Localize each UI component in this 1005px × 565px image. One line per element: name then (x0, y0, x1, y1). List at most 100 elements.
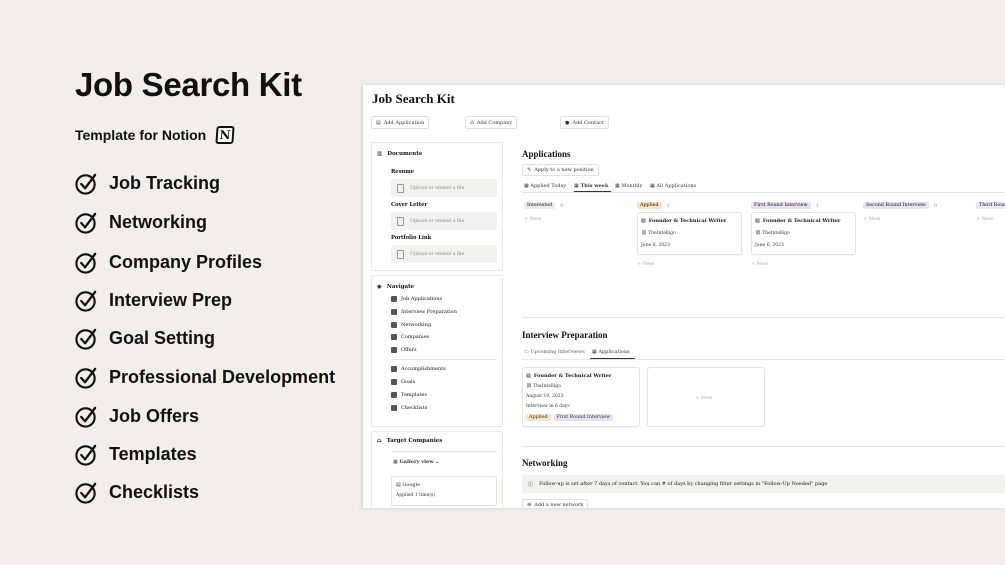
add-contact-button[interactable]: ● Add Contact (560, 116, 609, 129)
page-icon (391, 334, 397, 340)
column-status-tag: Applied (637, 202, 662, 209)
cover-letter-upload[interactable]: Upload or embed a file (391, 212, 497, 230)
new-label: New (868, 216, 881, 222)
feature-label: Company Profiles (109, 252, 263, 272)
gallery-view-label: Gallery view (399, 459, 434, 465)
nav-item-label: Goals (401, 379, 416, 385)
tab-all-applications[interactable]: ▦ All Applications (650, 183, 696, 189)
interview-card-note: Interview in 6 days (526, 404, 570, 409)
tab-monthly[interactable]: ▦ Monthly (615, 183, 642, 189)
nav-item[interactable]: Interview Preparation (391, 309, 457, 315)
nav-item[interactable]: Goals (391, 379, 415, 385)
tab-upcoming-label: Upcoming Interviews (530, 349, 585, 355)
target-companies-panel: ⌂ Target Companies ▦ Gallery view ⌄ ▤ Go… (371, 431, 503, 508)
column-status-tag: First Round Interview (751, 202, 811, 209)
company-name: Google (402, 482, 421, 488)
new-label: New (981, 216, 994, 222)
nav-item-label: Offers (401, 347, 417, 353)
tab-upcoming-interviews[interactable]: ▭ Upcoming Interviews (524, 349, 585, 355)
add-company-button[interactable]: ⌂ Add Company (465, 116, 518, 129)
new-card-placeholder[interactable]: + New (647, 367, 765, 427)
check-circle-icon (75, 173, 97, 195)
application-card[interactable]: ▧ Founder & Technical Writer ⛓ TheIntellig… (637, 212, 742, 255)
section-divider (522, 446, 1005, 447)
board-column-header[interactable]: Interested 0 (524, 202, 563, 209)
nav-item-label: Companies (401, 334, 430, 340)
add-network-button[interactable]: ⊕ Add a new network (522, 499, 589, 508)
apply-new-position-button[interactable]: ✎ Apply to a new position (522, 164, 599, 176)
feature-item: Networking (75, 211, 207, 234)
feature-label: Job Tracking (109, 173, 221, 193)
check-circle-icon (75, 444, 97, 466)
nav-item-label: Networking (401, 322, 432, 328)
promo-title: Job Search Kit (75, 66, 302, 103)
nav-item-label: Interview Preparation (401, 309, 457, 315)
nav-item-label: Accomplishments (401, 366, 446, 372)
column-status-tag: Second Round Interview (863, 202, 929, 209)
add-application-label: Add Application (383, 119, 425, 126)
interview-card-company: ⛓ TheIntelligo (526, 384, 561, 389)
company-card-title: ▤ Google (396, 482, 420, 488)
card-title-text: Founder & Technical Writer (762, 218, 841, 224)
nav-item[interactable]: Offers (391, 347, 417, 353)
application-card[interactable]: ▧ Founder & Technical Writer ⛓ TheIntellig… (751, 212, 856, 255)
tab-applied-today[interactable]: ▦ Applied Today (524, 183, 566, 189)
board-column-header[interactable]: Second Round Interview 0 (863, 202, 937, 209)
interview-prep-title: Interview Preparation (522, 330, 608, 340)
interview-card-tags: Applied First Round Interview (526, 414, 614, 421)
tab-label: This week (580, 183, 609, 189)
feature-item: Checklists (75, 481, 199, 504)
new-item-button[interactable]: + New (751, 261, 768, 267)
check-circle-icon (75, 367, 97, 389)
target-companies-header: ⌂ Target Companies (377, 438, 442, 444)
tab-this-week[interactable]: ▦ This week (574, 183, 608, 189)
interview-card-title: ▧ Founder & Technical Writer (526, 373, 611, 379)
new-item-button[interactable]: + New (863, 216, 880, 222)
file-icon (397, 249, 404, 259)
nav-item[interactable]: Job Applications (391, 296, 442, 302)
gallery-view-tab[interactable]: ▦ Gallery view ⌄ (393, 459, 439, 465)
board-column-header[interactable]: Third Round (976, 202, 1005, 209)
page-icon (391, 296, 397, 302)
page-icon (391, 379, 397, 385)
company-card[interactable]: ▤ Google Applied 1 time(s) (391, 476, 497, 506)
interview-card-title-text: Founder & Technical Writer (533, 373, 612, 379)
tab-applications[interactable]: ▦ Applications (592, 349, 630, 355)
new-item-button[interactable]: + New (637, 261, 654, 267)
card-company-text: TheIntelligo (648, 231, 676, 236)
nav-item[interactable]: Accomplishments (391, 366, 446, 372)
add-application-button[interactable]: ▤ Add Application (371, 116, 430, 129)
nav-item[interactable]: Networking (391, 322, 431, 328)
nav-item-label: Templates (401, 392, 427, 398)
feature-label: Interview Prep (109, 290, 233, 310)
page-icon: ▧ (641, 218, 646, 224)
nav-item[interactable]: Checklists (391, 405, 427, 411)
column-count: 0 (933, 202, 938, 209)
resume-upload[interactable]: Upload or embed a file (391, 179, 497, 197)
nav-item[interactable]: Companies (391, 334, 429, 340)
board-column-header[interactable]: First Round Interview 1 (751, 202, 819, 209)
edit-icon: ✎ (527, 167, 532, 173)
nav-item[interactable]: Templates (391, 392, 427, 398)
feature-item: Company Profiles (75, 251, 262, 274)
add-network-label: Add a new network (534, 502, 584, 508)
page-icon (391, 322, 397, 328)
active-tab-underline (574, 191, 611, 193)
card-company: ⛓ TheIntelligo (755, 231, 790, 236)
feature-label: Templates (109, 444, 197, 464)
feature-item: Interview Prep (75, 289, 232, 312)
file-icon (397, 183, 404, 193)
interview-card[interactable]: ▧ Founder & Technical Writer ⛓ TheIntelli… (522, 367, 640, 427)
new-item-button[interactable]: + New (976, 216, 993, 222)
page-title: Job Search Kit (372, 91, 455, 106)
page-icon (391, 309, 397, 315)
target-companies-title: Target Companies (386, 438, 443, 444)
card-title: ▧ Founder & Technical Writer (641, 218, 726, 224)
interview-card-date: August 10, 2023 (526, 394, 564, 399)
page-icon (391, 392, 397, 398)
add-contact-label: Add Contact (572, 119, 604, 126)
new-item-button[interactable]: + New (524, 216, 541, 222)
documents-icon: ▥ (377, 151, 383, 157)
board-column-header[interactable]: Applied 1 (637, 202, 670, 209)
portfolio-upload[interactable]: Upload or embed a file (391, 245, 497, 263)
